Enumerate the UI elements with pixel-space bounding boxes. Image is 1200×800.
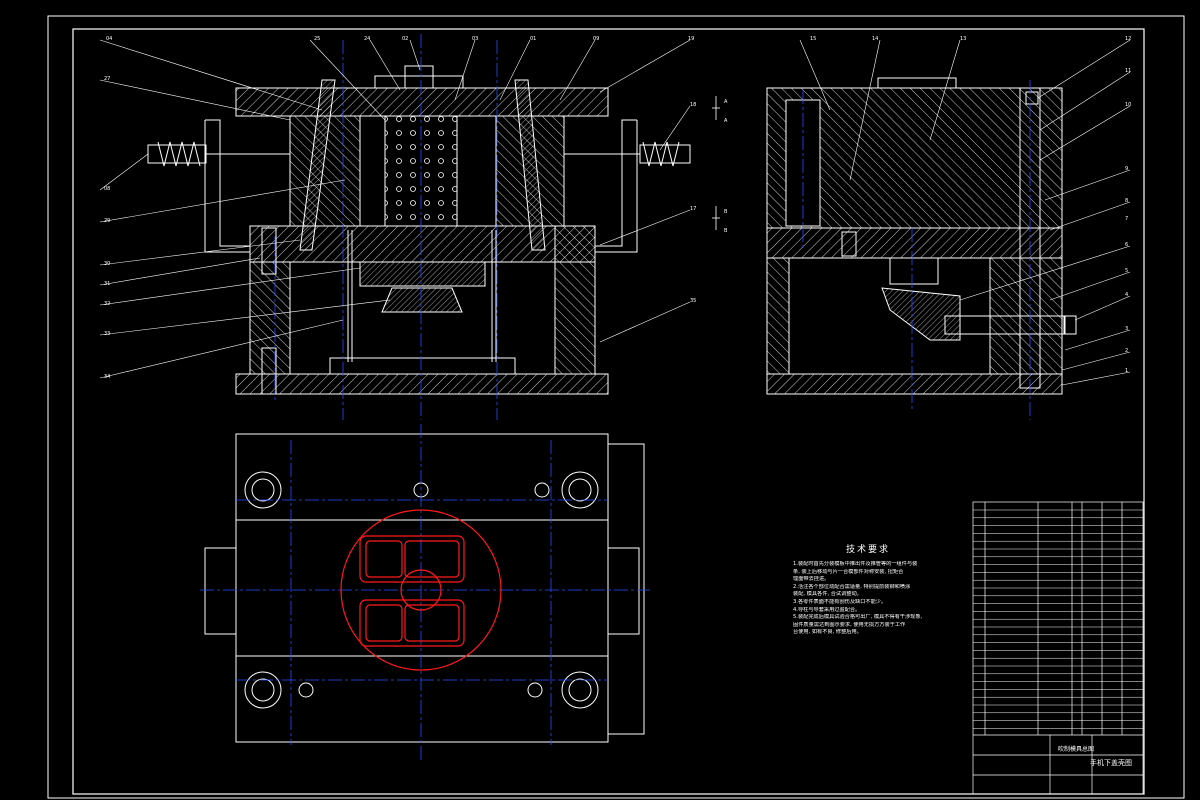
callout-number: 32 (104, 301, 110, 307)
callout-number: 25 (314, 36, 320, 42)
tech-requirement-line: 3.各零件表面不能有刮伤及缺口不能少。 (793, 599, 887, 605)
callout-number: 27 (104, 76, 110, 82)
callout-number: 35 (690, 298, 696, 304)
tech-requirement-line: 1.装配时首先分装模板中推出件及推管等的一组件与装 (793, 561, 918, 567)
section-marks (712, 96, 720, 230)
callout-number: 4 (1125, 292, 1128, 298)
callout-number: 33 (104, 331, 110, 337)
callout-number: 7 (1125, 216, 1128, 222)
tech-requirement-line: 4.导柱与导套采用过盈配合。 (793, 606, 861, 613)
section-mark-letter: A (724, 118, 728, 124)
tech-requirement-line: 装配, 模具各件, 合试调整动。 (793, 591, 862, 598)
tech-requirement-line: 理面带去挂进。 (793, 576, 830, 583)
callout-number: 12 (1125, 36, 1131, 42)
callout-number: 17 (690, 206, 696, 212)
callout-number: 34 (104, 374, 110, 380)
callout-number: 29 (104, 218, 110, 224)
plan-view (204, 433, 645, 743)
cad-drawing-canvas: 042725 24 02 03 01 09 190829303132333418173515… (47, 15, 1185, 799)
section-mark-letter: A (724, 99, 728, 105)
callout-number: 15 (810, 36, 816, 42)
front-section-view (147, 65, 691, 395)
title-block-drawing-name: 吹制模具总图 (1058, 746, 1095, 753)
plan-centerlines (200, 424, 650, 760)
callout-number: 04 (106, 36, 112, 42)
title-block-rows (973, 509, 1143, 729)
callout-number: 31 (104, 281, 110, 287)
callout-number: 08 (104, 186, 110, 192)
callout-number: 8 (1125, 198, 1128, 204)
callout-number: 18 (690, 102, 696, 108)
callout-number: 19 (688, 36, 694, 42)
tech-requirement-line: 固件质量需达到图示要求, 使用无损方方装于工作 (793, 621, 906, 628)
callout-number: 5 (1125, 268, 1128, 274)
callout-number: 9 (1125, 166, 1128, 172)
callout-number: 24 (364, 36, 370, 42)
callout-number: 2 (1125, 348, 1128, 354)
tech-requirement-line: 5.装配完成后模具试验合格可出厂, 模具不得有干涉现象, (793, 614, 923, 621)
callout-number: 6 (1125, 242, 1128, 248)
section-mark-letter: B (724, 209, 728, 215)
tech-requirement-line: 2.活注各个部位动配合需适量, 特别提前装铆和喷涂 (793, 583, 911, 590)
tech-requirement-line: 台使用, 如有不良, 修整后用。 (793, 629, 862, 636)
callout-number: 14 (872, 36, 878, 42)
callout-number: 1 (1125, 368, 1128, 374)
callout-number: 03 (472, 36, 478, 42)
callout-number: 02 (402, 36, 408, 42)
title-block-title: 手机下盖壳图 (1090, 759, 1132, 767)
callout-number: 09 (593, 36, 599, 42)
section-mark-letter: B (724, 228, 728, 234)
tech-requirements-title: 技术要求 (846, 545, 891, 555)
tech-requirement-line: 条, 装上后移动与片一合模部件对称安装, 扭矩合 (793, 568, 904, 575)
callout-number: 13 (960, 36, 966, 42)
callout-number: 10 (1125, 102, 1131, 108)
callout-number: 30 (104, 261, 110, 267)
callout-number: 11 (1125, 68, 1131, 74)
callout-number: 01 (530, 36, 536, 42)
callout-number: 3 (1125, 326, 1128, 332)
